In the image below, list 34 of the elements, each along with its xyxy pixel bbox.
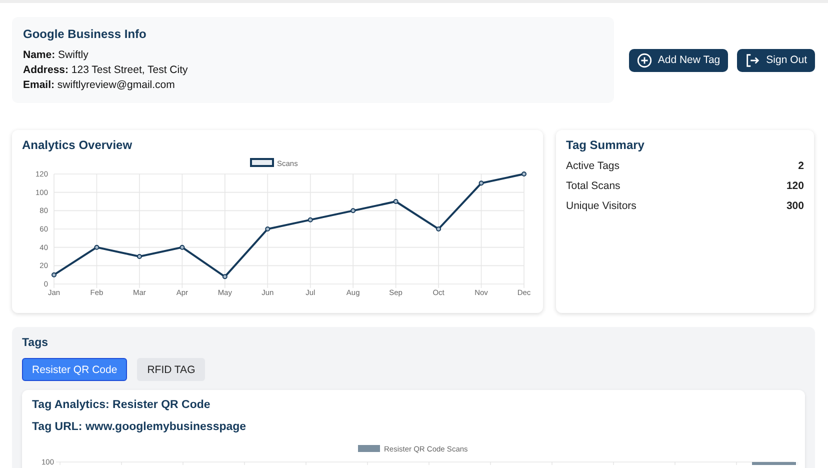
info-line: Address: 123 Test Street, Test City [23,63,189,78]
card-title: Google Business Info [23,27,148,42]
data-point [180,244,185,250]
chart-bar [752,462,796,465]
tag-url: Tag URL: www.googlemybusinesspage [32,421,248,433]
panel-title: Tags [22,337,49,349]
card-title: Tag Summary [566,138,646,152]
info-line: Email: swiftlyreview@gmail.com [23,78,176,93]
sign-out-icon [745,52,760,68]
data-point [436,226,442,232]
tag-analytics-title: Tag Analytics: Resister QR Code [32,399,212,411]
data-point [478,180,484,186]
action-button[interactable]: Sign Out [737,48,815,72]
stat-value: 120 [786,180,804,192]
stat-label: Unique Visitors [566,200,636,212]
data-point [136,254,142,259]
plus-circle-icon [636,52,652,68]
stat-label: Total Scans [566,180,620,192]
data-point [308,217,313,222]
data-point [393,199,398,204]
stat-value: 2 [798,160,804,172]
data-point [222,274,228,280]
data-point [265,226,270,232]
tag-tab[interactable]: Resister QR Code [22,358,128,381]
data-point [94,244,100,250]
data-point [350,208,356,214]
stat-value: 300 [786,200,804,212]
data-point [522,172,526,176]
data-point [52,272,56,278]
action-button[interactable]: Add New Tag [628,48,728,72]
card-title: Analytics Overview [22,138,134,152]
stat-label: Active Tags [566,160,620,172]
tag-tab[interactable]: RFID TAG [137,358,206,381]
info-line: Name: Swiftly [23,48,90,63]
